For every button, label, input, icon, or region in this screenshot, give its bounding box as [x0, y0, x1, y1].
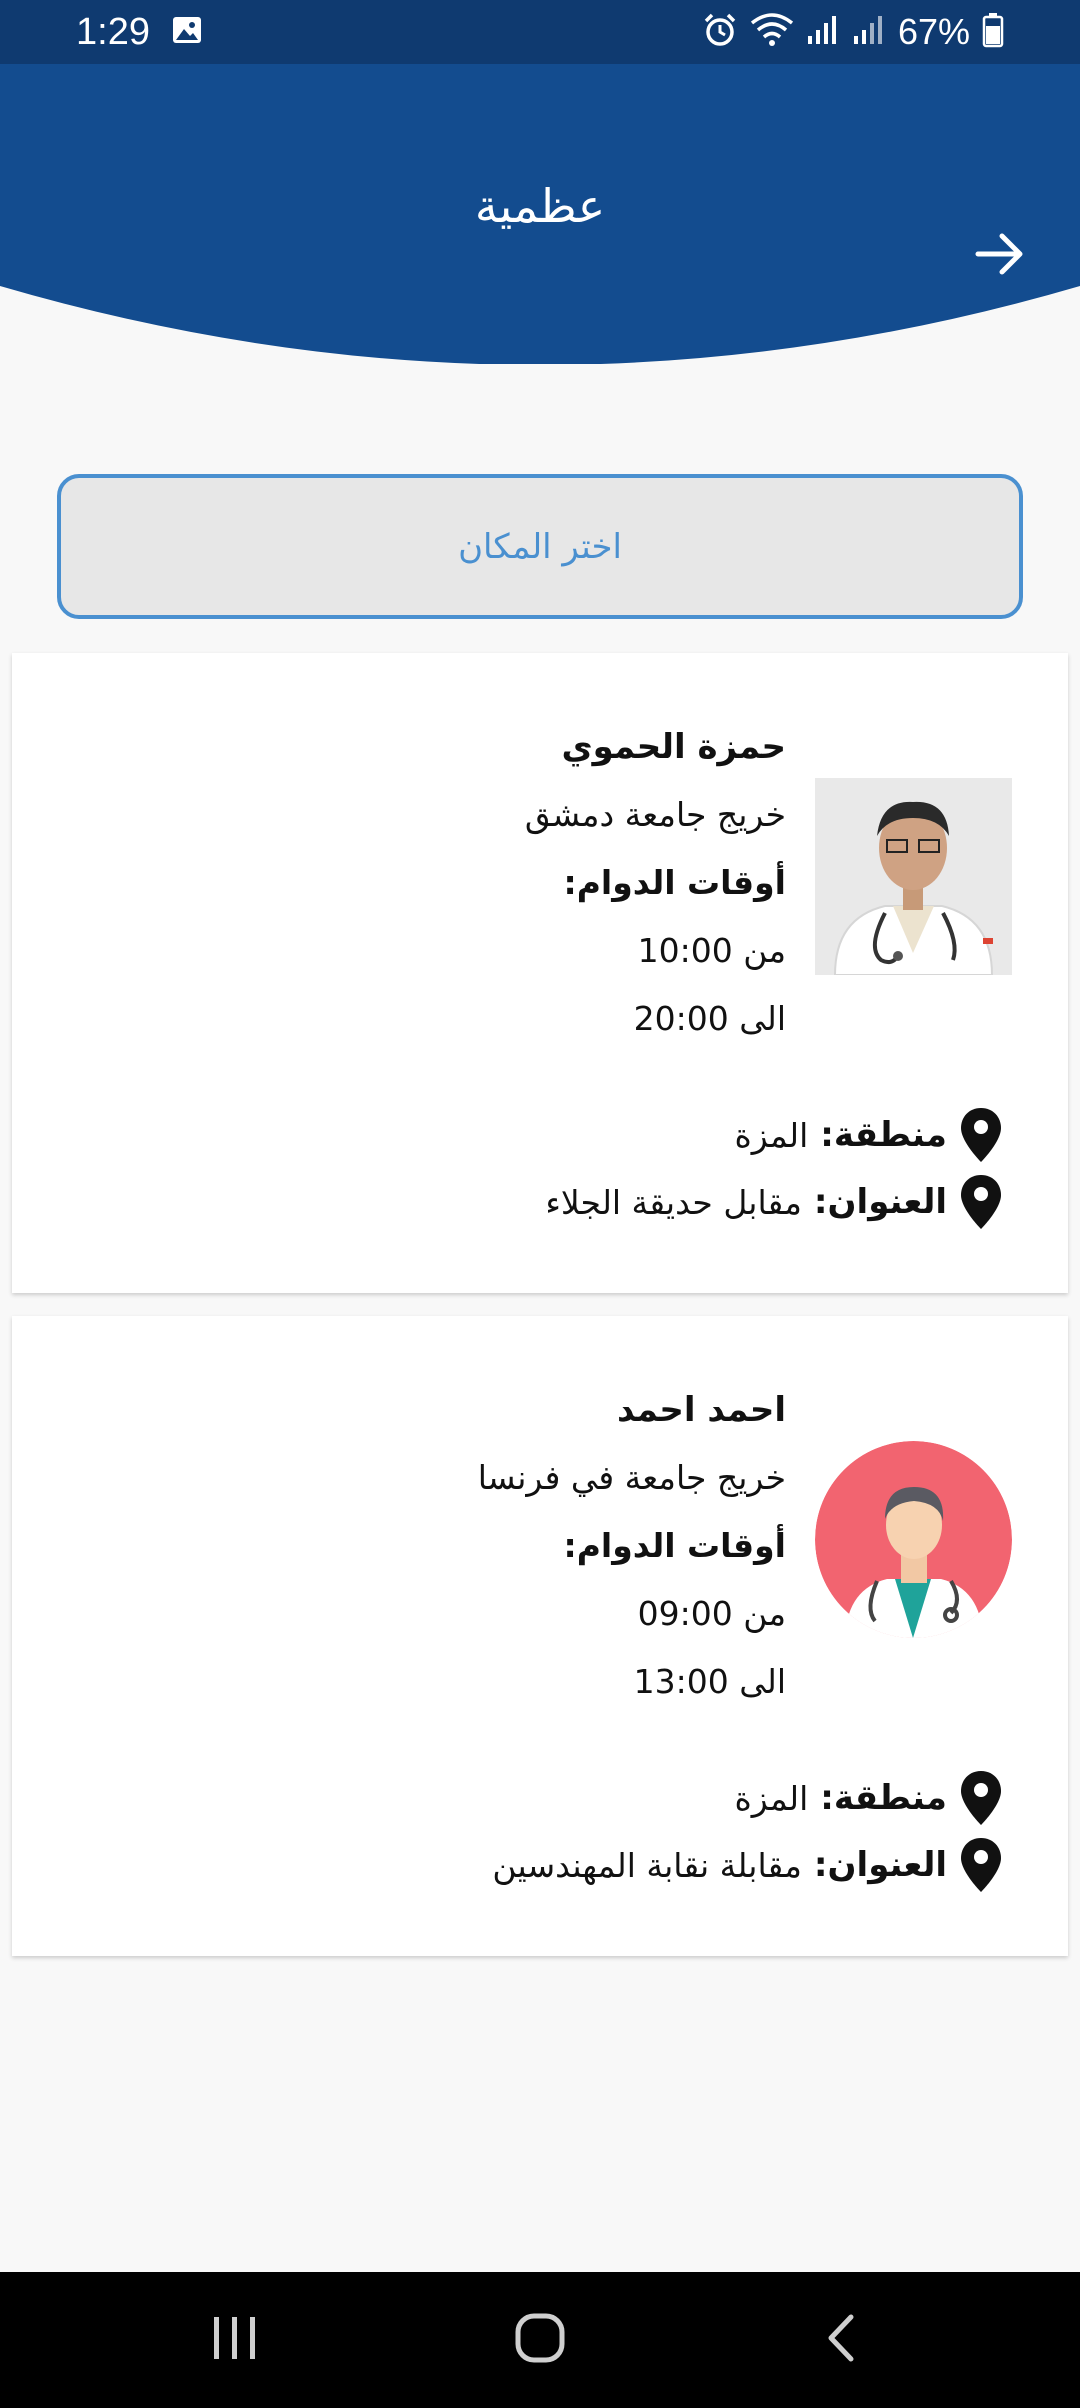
battery-icon [982, 12, 1004, 52]
doctor-avatar [815, 1441, 1012, 1638]
map-pin-icon [959, 1105, 1003, 1165]
doctor-photo [815, 778, 1012, 975]
app-header: عظمية [0, 64, 1080, 364]
working-hours-label: أوقات الدوام: [563, 863, 786, 902]
map-pin-icon [959, 1835, 1003, 1895]
status-left: 1:29 [76, 11, 202, 54]
address-row: العنوان: مقابلة نقابة المهندسين [492, 1835, 1003, 1895]
hours-from: من 09:00 [637, 1594, 786, 1633]
address-label: العنوان: [813, 1182, 947, 1222]
choose-place-button[interactable]: اختر المكان [57, 474, 1023, 619]
area-row: منطقة: المزة [734, 1105, 1003, 1165]
choose-place-label: اختر المكان [458, 526, 622, 567]
recent-apps-icon [210, 2315, 260, 2365]
back-button[interactable] [968, 224, 1032, 288]
battery-percent: 67% [897, 11, 970, 52]
map-pin-icon [959, 1172, 1003, 1232]
image-notification-icon [172, 16, 202, 48]
home-button[interactable] [480, 2272, 600, 2408]
doctor-name: احمد احمد [616, 1390, 786, 1430]
status-time: 1:29 [76, 10, 150, 53]
hours-from: من 10:00 [637, 931, 786, 970]
status-bar: 1:29 67% [0, 0, 1080, 64]
back-icon [823, 2313, 857, 2367]
home-icon [514, 2312, 566, 2368]
address-row: العنوان: مقابل حديقة الجلاء [545, 1172, 1003, 1232]
signal-icon-2 [852, 14, 886, 50]
system-back-button[interactable] [780, 2272, 900, 2408]
system-nav-bar [0, 2272, 1080, 2408]
doctor-graduation: خريج جامعة دمشق [524, 795, 786, 834]
hours-to: الى 20:00 [633, 999, 786, 1038]
address-label: العنوان: [813, 1845, 947, 1885]
doctor-name: حمزة الحموي [561, 727, 786, 767]
alarm-icon [702, 12, 738, 52]
working-hours-label: أوقات الدوام: [563, 1526, 786, 1565]
doctor-card[interactable]: احمد احمد خريج جامعة في فرنسا أوقات الدو… [12, 1316, 1068, 1956]
arrow-right-icon [974, 232, 1026, 280]
doctor-info: احمد احمد خريج جامعة في فرنسا أوقات الدو… [478, 1376, 786, 1716]
wifi-icon [750, 13, 794, 51]
area-label: منطقة: [820, 1778, 947, 1818]
address-value: مقابل حديقة الجلاء [545, 1182, 802, 1222]
area-row: منطقة: المزة [734, 1768, 1003, 1828]
map-pin-icon [959, 1768, 1003, 1828]
screen: 1:29 67% عظمية اختر المكان حمزة الحموي خ… [0, 0, 1080, 2408]
area-value: المزة [734, 1115, 809, 1155]
signal-icon [806, 14, 840, 50]
page-title: عظمية [474, 179, 606, 233]
address-value: مقابلة نقابة المهندسين [492, 1845, 802, 1885]
hours-to: الى 13:00 [633, 1662, 786, 1701]
recent-apps-button[interactable] [175, 2272, 295, 2408]
status-right: 67% [702, 11, 1004, 53]
area-label: منطقة: [820, 1115, 947, 1155]
area-value: المزة [734, 1778, 809, 1818]
doctor-info: حمزة الحموي خريج جامعة دمشق أوقات الدوام… [525, 713, 786, 1053]
doctor-card[interactable]: حمزة الحموي خريج جامعة دمشق أوقات الدوام… [12, 653, 1068, 1293]
doctor-graduation: خريج جامعة في فرنسا [477, 1458, 786, 1497]
